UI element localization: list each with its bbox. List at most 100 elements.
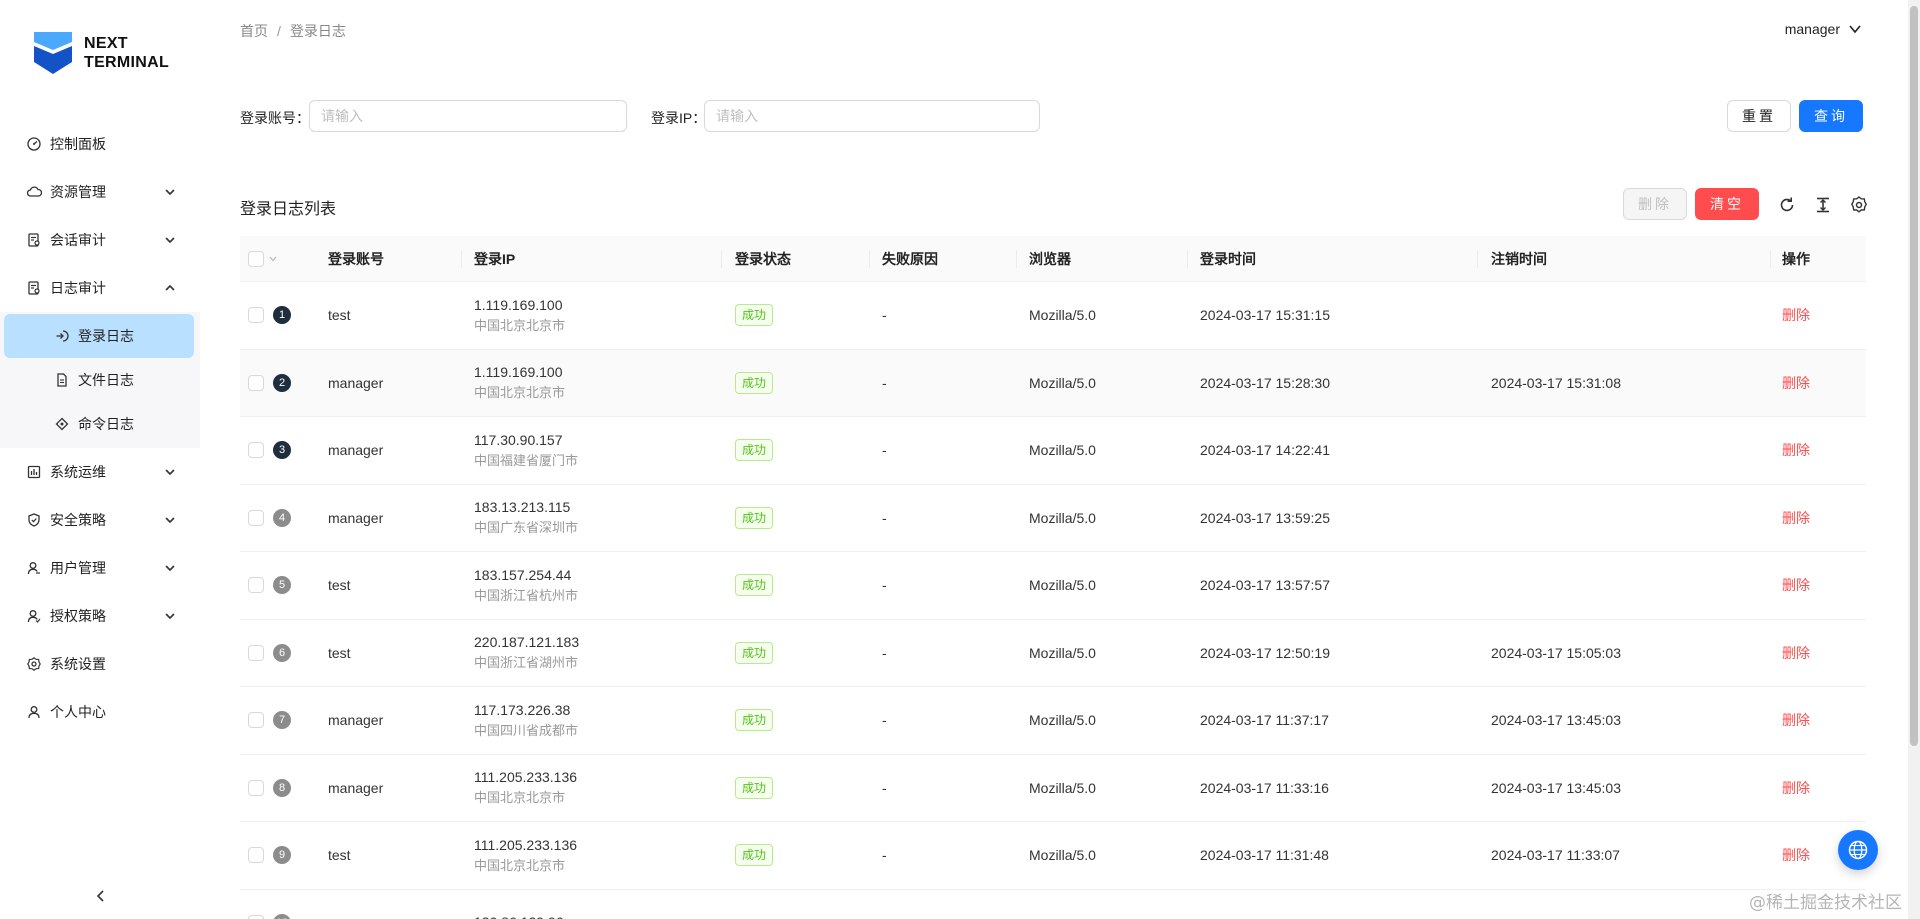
sidebar-item-log-audit[interactable]: 日志审计 bbox=[0, 264, 200, 312]
sidebar-item-dashboard[interactable]: 控制面板 bbox=[0, 120, 200, 168]
table-row[interactable]: 2 manager 1.119.169.100 中国北京北京市 成功 - Mozilla/5… bbox=[240, 349, 1866, 417]
reason-cell: - bbox=[882, 509, 887, 526]
sidebar-item-personal-center[interactable]: 个人中心 bbox=[0, 688, 200, 736]
sidebar-item-label: 控制面板 bbox=[50, 136, 106, 152]
table-row[interactable]: 4 manager 183.13.213.115 中国广东省深圳市 成功 - Mozilla… bbox=[240, 485, 1866, 552]
delete-link[interactable]: 删除 bbox=[1782, 575, 1810, 595]
row-checkbox[interactable] bbox=[248, 779, 264, 796]
account-cell: manager bbox=[328, 442, 384, 459]
row-checkbox[interactable] bbox=[248, 307, 264, 324]
reset-button[interactable]: 重置 bbox=[1727, 100, 1791, 132]
delete-link[interactable]: 删除 bbox=[1782, 373, 1810, 393]
table-row[interactable]: 9 test 111.205.233.136 中国北京北京市 成功 - Mozilla/5.… bbox=[240, 822, 1866, 890]
account-cell: manager bbox=[328, 509, 384, 526]
ip-address: 1.119.169.100 bbox=[474, 296, 563, 313]
account-cell: test bbox=[328, 644, 351, 661]
sidebar-item-label: 用户管理 bbox=[50, 560, 106, 576]
file-icon bbox=[54, 372, 70, 388]
row-checkbox[interactable] bbox=[248, 509, 264, 526]
table-row[interactable]: 8 manager 111.205.233.136 中国北京北京市 成功 - Mozilla… bbox=[240, 755, 1866, 822]
ip-cell: 111.205.233.136 中国北京北京市 bbox=[474, 767, 577, 808]
table-header: 登录账号 登录IP 登录状态 失败原因 浏览器 登录时间 注销时间 操作 bbox=[240, 236, 1866, 282]
breadcrumb-home[interactable]: 首页 bbox=[240, 21, 268, 41]
logout-time-cell: 2024-03-17 15:31:08 bbox=[1491, 374, 1621, 391]
logout-time-cell: 2024-03-17 15:05:03 bbox=[1491, 644, 1621, 661]
table-row[interactable]: 1 test 1.119.169.100 中国北京北京市 成功 - Mozilla/5.0 2… bbox=[240, 282, 1866, 350]
table-row[interactable]: 10 120.86.129.96 bbox=[240, 890, 1866, 919]
row-checkbox[interactable] bbox=[248, 442, 264, 459]
table-row[interactable]: 3 manager 117.30.90.157 中国福建省厦门市 成功 - Mozilla/… bbox=[240, 417, 1866, 485]
language-button[interactable] bbox=[1838, 830, 1878, 870]
density-icon[interactable] bbox=[1814, 196, 1832, 214]
ip-address: 183.13.213.115 bbox=[474, 499, 571, 516]
ip-location: 中国北京北京市 bbox=[474, 385, 566, 401]
person-icon bbox=[26, 704, 42, 720]
ip-address: 183.157.254.44 bbox=[474, 566, 572, 583]
chevron-up-icon bbox=[165, 284, 175, 291]
refresh-icon[interactable] bbox=[1778, 196, 1796, 214]
sidebar-item-user-management[interactable]: 用户管理 bbox=[0, 544, 200, 592]
table-row[interactable]: 6 test 220.187.121.183 中国浙江省湖州市 成功 - Mozilla/5… bbox=[240, 620, 1866, 687]
select-all-checkbox[interactable] bbox=[248, 250, 264, 267]
ip-cell: 183.13.213.115 中国广东省深圳市 bbox=[474, 497, 578, 538]
ip-cell: 1.119.169.100 中国北京北京市 bbox=[474, 295, 565, 336]
login-time-cell: 2024-03-17 14:22:41 bbox=[1200, 442, 1330, 459]
login-icon bbox=[54, 328, 70, 344]
delete-link[interactable]: 删除 bbox=[1782, 643, 1810, 663]
scrollbar-thumb[interactable] bbox=[1910, 6, 1918, 746]
chevron-down-icon bbox=[1849, 25, 1861, 34]
row-index-badge: 7 bbox=[273, 711, 291, 730]
login-time-cell: 2024-03-17 13:57:57 bbox=[1200, 577, 1330, 594]
sidebar-item-system-settings[interactable]: 系统设置 bbox=[0, 640, 200, 688]
login-time-cell: 2024-03-17 12:50:19 bbox=[1200, 644, 1330, 661]
clear-button[interactable]: 清空 bbox=[1695, 188, 1759, 220]
table-row[interactable]: 5 test 183.157.254.44 中国浙江省杭州市 成功 - Mozilla/5.… bbox=[240, 552, 1866, 620]
account-input[interactable] bbox=[309, 100, 627, 132]
batch-delete-button[interactable]: 删除 bbox=[1623, 188, 1687, 220]
vertical-scrollbar[interactable] bbox=[1908, 0, 1920, 919]
row-checkbox[interactable] bbox=[248, 914, 264, 919]
row-checkbox[interactable] bbox=[248, 847, 264, 864]
table-row[interactable]: 7 manager 117.173.226.38 中国四川省成都市 成功 - Mozilla… bbox=[240, 687, 1866, 755]
sidebar-item-resources[interactable]: 资源管理 bbox=[0, 168, 200, 216]
row-checkbox[interactable] bbox=[248, 374, 264, 391]
chevron-down-icon[interactable] bbox=[268, 254, 278, 264]
browser-cell: Mozilla/5.0 bbox=[1029, 307, 1096, 324]
status-badge: 成功 bbox=[735, 844, 774, 867]
column-divider bbox=[869, 250, 870, 268]
row-checkbox[interactable] bbox=[248, 644, 264, 661]
col-action: 操作 bbox=[1782, 250, 1810, 267]
delete-link[interactable]: 删除 bbox=[1782, 710, 1810, 730]
reason-cell: - bbox=[882, 374, 887, 391]
user-menu[interactable]: manager bbox=[1785, 21, 1862, 37]
delete-link[interactable]: 删除 bbox=[1782, 508, 1810, 528]
audit-icon bbox=[26, 232, 42, 248]
row-checkbox[interactable] bbox=[248, 712, 264, 729]
sidebar-item-login-log[interactable]: 登录日志 bbox=[4, 314, 194, 358]
sidebar-item-authorization-policy[interactable]: 授权策略 bbox=[0, 592, 200, 640]
query-button[interactable]: 查询 bbox=[1799, 100, 1863, 132]
sidebar-item-security-policy[interactable]: 安全策略 bbox=[0, 496, 200, 544]
sidebar-item-system-ops[interactable]: 系统运维 bbox=[0, 448, 200, 496]
col-login-time: 登录时间 bbox=[1200, 250, 1256, 267]
ip-address: 1.119.169.100 bbox=[474, 364, 563, 381]
collapse-sidebar-icon[interactable] bbox=[92, 887, 110, 905]
settings-icon[interactable] bbox=[1850, 196, 1868, 214]
status-badge: 成功 bbox=[735, 776, 774, 799]
delete-link[interactable]: 删除 bbox=[1782, 778, 1810, 798]
status-badge: 成功 bbox=[735, 574, 774, 597]
delete-link[interactable]: 删除 bbox=[1782, 440, 1810, 460]
brand-logo[interactable]: NEXT TERMINAL bbox=[32, 30, 169, 76]
sidebar-item-command-log[interactable]: 命令日志 bbox=[4, 402, 194, 446]
row-checkbox[interactable] bbox=[248, 577, 264, 594]
breadcrumb: 首页 / 登录日志 bbox=[240, 21, 346, 41]
ip-location: 中国福建省厦门市 bbox=[474, 452, 579, 468]
sidebar-item-file-log[interactable]: 文件日志 bbox=[4, 358, 194, 402]
delete-link[interactable]: 删除 bbox=[1782, 845, 1810, 865]
column-divider bbox=[461, 250, 462, 268]
sidebar-item-label: 系统设置 bbox=[50, 656, 106, 672]
delete-link[interactable]: 删除 bbox=[1782, 305, 1810, 325]
ip-input[interactable] bbox=[704, 100, 1040, 132]
list-title: 登录日志列表 bbox=[240, 201, 337, 218]
sidebar-item-session-audit[interactable]: 会话审计 bbox=[0, 216, 200, 264]
